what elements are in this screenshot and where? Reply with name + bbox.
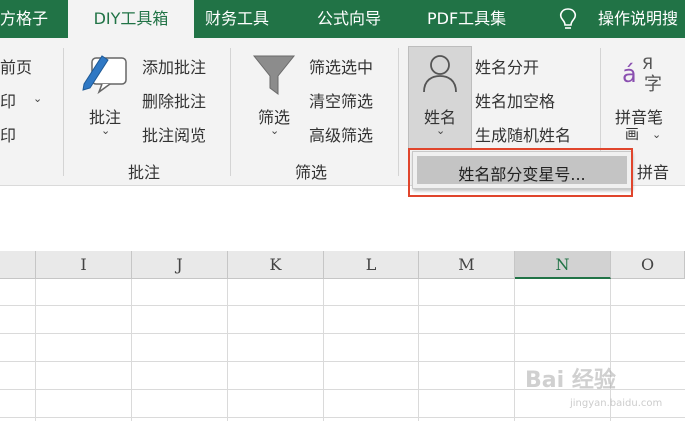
ribbon-tab-bar: 方格子 DIY工具箱 财务工具 公式向导 PDF工具集 操作说明搜 — [0, 0, 685, 38]
column-header-l[interactable]: L — [324, 251, 419, 279]
chevron-down-icon: ⌄ — [652, 128, 662, 141]
random-name-button[interactable]: 生成随机姓名 — [475, 122, 571, 146]
ribbon-partial-item-1[interactable]: 前页 — [0, 54, 32, 78]
grid-line — [0, 333, 685, 334]
lightbulb-icon[interactable] — [557, 7, 579, 33]
grid-line — [227, 279, 228, 421]
column-header-i[interactable]: I — [36, 251, 132, 279]
tab-search-help[interactable]: 操作说明搜 — [598, 0, 678, 38]
ribbon-partial-item-2[interactable]: 印 — [0, 88, 16, 112]
tab-finance-tools[interactable]: 财务工具 — [205, 0, 269, 38]
filter-selected-button[interactable]: 筛选选中 — [309, 54, 373, 78]
group-label-pinyin: 拼音 — [637, 163, 670, 182]
tab-fanggezi[interactable]: 方格子 — [0, 0, 48, 38]
column-header-m[interactable]: M — [419, 251, 515, 279]
grid-line — [35, 279, 36, 421]
ribbon-partial-item-3[interactable]: 印 — [0, 122, 16, 146]
column-header-o[interactable]: O — [611, 251, 685, 279]
split-name-button[interactable]: 姓名分开 — [475, 54, 539, 78]
grid-line — [0, 305, 685, 306]
highlight-box — [408, 148, 633, 197]
pinyin-icon: á Я 字 — [622, 54, 662, 95]
person-icon — [423, 55, 457, 93]
chevron-down-icon: ⌄ — [436, 124, 446, 137]
comment-icon[interactable] — [80, 50, 130, 96]
grid-line — [0, 417, 685, 418]
group-divider — [63, 48, 64, 176]
column-header-k[interactable]: K — [228, 251, 324, 279]
browse-comments-button[interactable]: 批注阅览 — [142, 122, 206, 146]
clear-filter-button[interactable]: 清空筛选 — [309, 88, 373, 112]
grid-line — [418, 279, 419, 421]
chevron-down-icon: ⌄ — [270, 124, 280, 137]
watermark-url: jingyan.baidu.com — [570, 398, 663, 409]
pinyin-button[interactable]: 拼音笔 — [615, 104, 663, 128]
tab-formula-wizard[interactable]: 公式向导 — [317, 0, 381, 38]
column-header-j[interactable]: J — [132, 251, 228, 279]
name-add-space-button[interactable]: 姓名加空格 — [475, 88, 555, 112]
watermark-logo: Bai 经验 — [525, 368, 616, 393]
column-header-partial[interactable] — [0, 251, 36, 279]
add-comment-button[interactable]: 添加批注 — [142, 54, 206, 78]
grid-line — [131, 279, 132, 421]
group-label-filter: 筛选 — [295, 163, 328, 182]
filter-funnel-icon[interactable] — [252, 52, 296, 98]
grid-line — [514, 279, 515, 421]
tab-pdf-tools[interactable]: PDF工具集 — [427, 0, 506, 38]
chevron-down-icon: ⌄ — [101, 124, 111, 137]
advanced-filter-button[interactable]: 高级筛选 — [309, 122, 373, 146]
delete-comment-button[interactable]: 删除批注 — [142, 88, 206, 112]
chevron-down-icon: ⌄ — [33, 92, 43, 105]
group-divider — [398, 48, 399, 176]
tab-diy-toolbox[interactable]: DIY工具箱 — [68, 0, 194, 38]
column-header-n[interactable]: N — [515, 251, 611, 279]
group-label-comment: 批注 — [128, 163, 161, 182]
grid-line — [323, 279, 324, 421]
group-divider — [230, 48, 231, 176]
pinyin-button-line2: 画 — [625, 127, 639, 143]
